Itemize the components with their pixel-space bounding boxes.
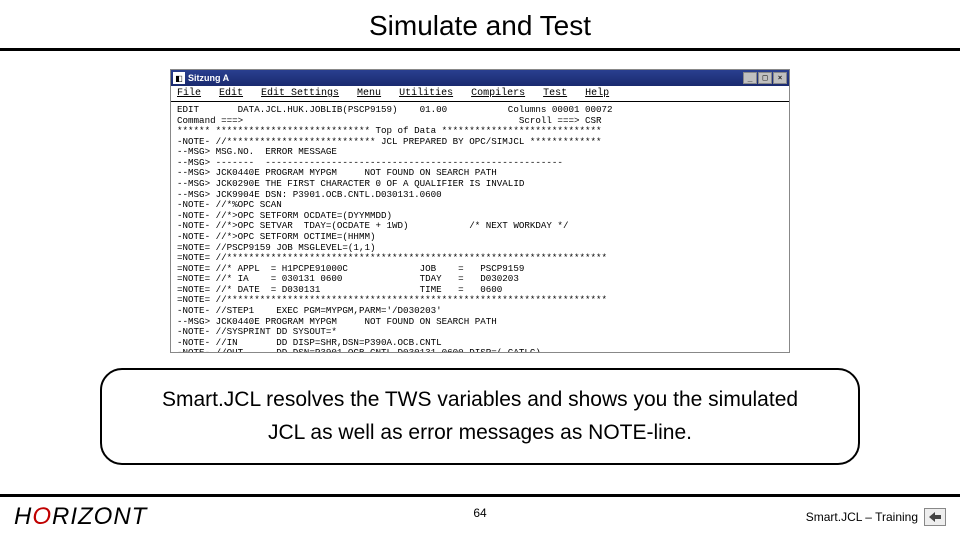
- arrow-left-icon: [929, 512, 941, 522]
- window-controls: _ □ ×: [743, 72, 787, 84]
- menu-menu[interactable]: Menu: [357, 88, 381, 99]
- back-button[interactable]: [924, 508, 946, 526]
- callout-line-1: Smart.JCL resolves the TWS variables and…: [126, 384, 834, 417]
- maximize-button[interactable]: □: [758, 72, 772, 84]
- window-caption: Sitzung A: [188, 73, 743, 83]
- menu-file[interactable]: File: [177, 88, 201, 99]
- brand-h: H: [14, 503, 32, 530]
- menu-help[interactable]: Help: [585, 88, 609, 99]
- callout-line-2: JCL as well as error messages as NOTE-li…: [126, 417, 834, 450]
- titlebar: ◧ Sitzung A _ □ ×: [171, 70, 789, 86]
- app-icon: ◧: [173, 72, 185, 84]
- menu-edit[interactable]: Edit: [219, 88, 243, 99]
- menu-utilities[interactable]: Utilities: [399, 88, 453, 99]
- brand-logo: HORIZONT: [14, 503, 147, 531]
- menu-compilers[interactable]: Compilers: [471, 88, 525, 99]
- terminal-output: EDIT DATA.JCL.HUK.JOBLIB(PSCP9159) 01.00…: [171, 102, 789, 352]
- callout-box: Smart.JCL resolves the TWS variables and…: [100, 368, 860, 465]
- menu-test[interactable]: Test: [543, 88, 567, 99]
- course-text: Smart.JCL – Training: [806, 510, 918, 524]
- menu-edit-settings[interactable]: Edit Settings: [261, 88, 339, 99]
- window: ◧ Sitzung A _ □ × File Edit Edit Setting…: [170, 69, 790, 353]
- menubar: File Edit Edit Settings Menu Utilities C…: [171, 86, 789, 102]
- page-number: 64: [473, 506, 486, 520]
- minimize-button[interactable]: _: [743, 72, 757, 84]
- footer: HORIZONT 64 Smart.JCL – Training: [0, 494, 960, 540]
- title-rule: [0, 48, 960, 51]
- close-button[interactable]: ×: [773, 72, 787, 84]
- screenshot: ◧ Sitzung A _ □ × File Edit Edit Setting…: [170, 69, 790, 353]
- brand-rest: RIZONT: [52, 503, 147, 530]
- brand-o: O: [32, 503, 52, 530]
- slide-title: Simulate and Test: [0, 0, 960, 48]
- course-label: Smart.JCL – Training: [806, 508, 946, 526]
